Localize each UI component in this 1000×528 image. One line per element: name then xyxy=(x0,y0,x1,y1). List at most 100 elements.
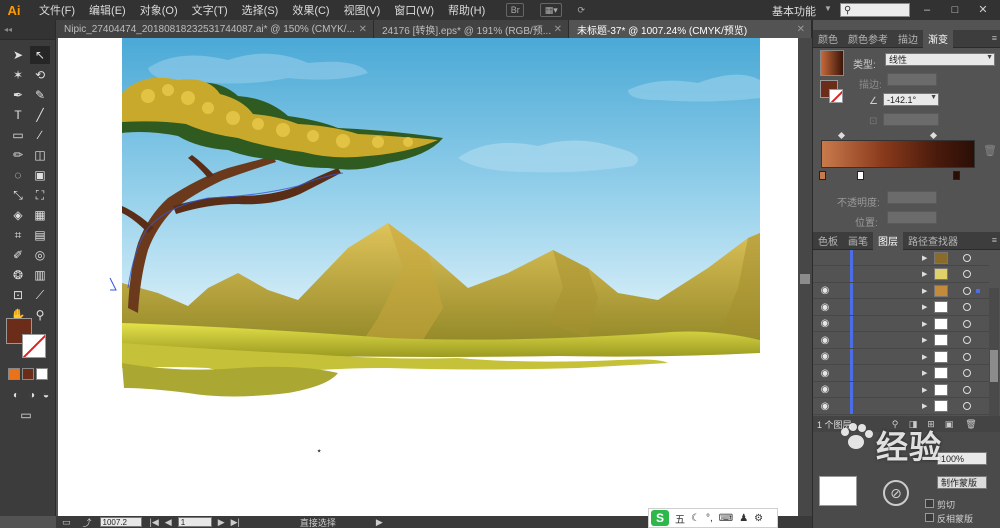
menu-select[interactable]: 选择(S) xyxy=(235,2,286,18)
warp-tool-icon[interactable]: ⤡ xyxy=(8,186,28,204)
make-clipping-mask-icon[interactable]: ◨ xyxy=(907,418,919,430)
midpoint-diamond[interactable] xyxy=(929,131,938,140)
layer-row[interactable]: ◉ ▶ xyxy=(813,315,989,332)
layer-row[interactable]: ◉ ▶ xyxy=(813,398,989,415)
direct-selection-tool-icon[interactable]: ↖ xyxy=(30,46,50,64)
stroke-color-swatch[interactable] xyxy=(22,334,46,358)
tab-layers[interactable]: 图层 xyxy=(873,231,903,250)
expand-arrow-icon[interactable]: ▶ xyxy=(922,386,927,394)
target-circle-icon[interactable] xyxy=(963,369,971,377)
locate-object-icon[interactable]: ⚲ xyxy=(889,418,901,430)
sogou-ime-logo[interactable]: S xyxy=(651,510,669,526)
target-circle-icon[interactable] xyxy=(963,303,971,311)
menu-edit[interactable]: 编辑(E) xyxy=(82,2,133,18)
target-circle-icon[interactable] xyxy=(963,352,971,361)
close-icon[interactable]: ✕ xyxy=(797,24,805,35)
eraser-tool-icon[interactable]: ◫ xyxy=(30,146,50,164)
close-icon[interactable]: ✕ xyxy=(359,24,367,35)
sync-icon[interactable]: ⟳ xyxy=(572,3,590,17)
layer-row[interactable]: ◉ ▶ xyxy=(813,381,989,398)
skin-icon[interactable]: ♟ xyxy=(739,513,748,524)
expand-arrow-icon[interactable]: ▶ xyxy=(922,320,927,328)
target-circle-icon[interactable] xyxy=(963,385,971,394)
zoom-field[interactable]: 1007.2 xyxy=(99,517,142,527)
stroke-swatch-small[interactable] xyxy=(829,89,843,103)
tab-swatches[interactable]: 色板 xyxy=(813,232,843,250)
expand-arrow-icon[interactable]: ▶ xyxy=(922,303,927,311)
expand-arrow-icon[interactable]: ▶ xyxy=(922,353,927,361)
curvature-tool-icon[interactable]: ✎ xyxy=(30,86,50,104)
artboard-tool-icon[interactable]: ⊡ xyxy=(8,286,28,304)
canvas-area[interactable]: ⋆ xyxy=(56,38,798,516)
layer-row[interactable]: ▶ xyxy=(813,249,989,266)
moon-icon[interactable]: ☾ xyxy=(691,513,700,524)
layers-scrollbar[interactable] xyxy=(989,288,999,434)
settings-icon[interactable]: ⚙ xyxy=(754,513,763,524)
target-circle-icon[interactable] xyxy=(963,286,971,295)
ime-mode[interactable]: 五 xyxy=(675,511,685,526)
pencil-tool-icon[interactable]: ✏ xyxy=(8,146,28,164)
vertical-scrollbar[interactable] xyxy=(798,38,812,516)
graph-tool-icon[interactable]: ▥ xyxy=(30,266,50,284)
gradient-tool-icon[interactable]: ▤ xyxy=(30,226,50,244)
layer-row[interactable]: ◉ ▶ xyxy=(813,332,989,349)
blend-tool-icon[interactable]: ◎ xyxy=(30,246,50,264)
new-sublayer-icon[interactable]: ⊞ xyxy=(925,418,937,430)
target-circle-icon[interactable] xyxy=(963,253,971,262)
expand-arrow-icon[interactable]: ▶ xyxy=(922,270,927,278)
scale-tool-icon[interactable]: ▣ xyxy=(30,166,50,184)
gradient-stop[interactable] xyxy=(819,171,826,180)
midpoint-diamond[interactable] xyxy=(837,131,846,140)
scrollbar-thumb[interactable] xyxy=(990,350,998,382)
type-tool-icon[interactable]: T xyxy=(8,106,28,124)
target-circle-icon[interactable] xyxy=(963,319,971,328)
new-layer-icon[interactable]: ▣ xyxy=(943,418,955,430)
expand-arrow-icon[interactable]: ▶ xyxy=(922,287,927,295)
menu-help[interactable]: 帮助(H) xyxy=(441,2,492,18)
expand-arrow-icon[interactable]: ▶ xyxy=(922,336,927,344)
menu-view[interactable]: 视图(V) xyxy=(337,2,388,18)
visibility-eye-icon[interactable]: ◉ xyxy=(819,285,831,297)
search-input[interactable]: ⚲ xyxy=(840,3,910,17)
link-icon[interactable]: ⊘ xyxy=(883,480,909,506)
menu-type[interactable]: 文字(T) xyxy=(185,2,235,18)
delete-stop-icon[interactable]: 🗑 xyxy=(983,144,997,157)
arrange-documents-icon[interactable]: ▦▾ xyxy=(540,3,563,17)
tab-pathfinder[interactable]: 路径查找器 xyxy=(903,232,963,250)
prev-artboard-icon[interactable]: ◀ xyxy=(165,517,172,528)
bridge-button[interactable]: Br xyxy=(506,3,525,17)
menu-file[interactable]: 文件(F) xyxy=(32,2,82,18)
slice-tool-icon[interactable]: ⟋ xyxy=(30,286,50,304)
keyboard-icon[interactable]: ⌨ xyxy=(719,513,733,524)
panel-menu-icon[interactable]: ≡ xyxy=(992,235,997,245)
screen-mode-icon[interactable]: ▭ xyxy=(16,406,36,424)
minimize-button[interactable]: – xyxy=(918,2,936,17)
tab-color-guide[interactable]: 颜色参考 xyxy=(843,30,893,48)
next-artboard-icon[interactable]: ▶ xyxy=(218,517,225,528)
gradient-type-select[interactable]: 线性 ▼ xyxy=(885,53,995,66)
gradient-mode-button[interactable] xyxy=(22,368,34,380)
close-icon[interactable]: ✕ xyxy=(554,24,562,35)
visibility-eye-icon[interactable]: ◉ xyxy=(819,351,831,363)
gradient-stop[interactable] xyxy=(857,171,864,180)
artwork-illustration[interactable]: ⋆ xyxy=(58,38,798,516)
layer-row[interactable]: ◉ ▶ xyxy=(813,348,989,365)
selection-tool-icon[interactable]: ➤ xyxy=(8,46,28,64)
tab-document-2[interactable]: 24176 [转换].eps* @ 191% (RGB/预... ✕ xyxy=(374,20,569,38)
status-menu-icon[interactable]: ▶ xyxy=(376,517,383,528)
layer-row[interactable]: ◉ ▶ xyxy=(813,365,989,382)
color-mode-button[interactable] xyxy=(8,368,20,380)
gradient-slider[interactable] xyxy=(821,140,975,168)
artboard-number-field[interactable]: 1 xyxy=(177,517,212,527)
artboard[interactable]: ⋆ xyxy=(58,38,798,516)
line-tool-icon[interactable]: ╱ xyxy=(30,106,50,124)
tab-stroke[interactable]: 描边 xyxy=(893,30,923,48)
menu-object[interactable]: 对象(O) xyxy=(133,2,185,18)
gradient-stop[interactable] xyxy=(953,171,960,180)
angle-field[interactable]: -142.1° ▼ xyxy=(883,93,939,106)
magic-wand-tool-icon[interactable]: ✶ xyxy=(8,66,28,84)
tab-gradient[interactable]: 渐变 xyxy=(923,29,953,48)
visibility-eye-icon[interactable]: ◉ xyxy=(819,384,831,396)
visibility-eye-icon[interactable]: ◉ xyxy=(819,301,831,313)
scrollbar-thumb[interactable] xyxy=(800,274,810,284)
